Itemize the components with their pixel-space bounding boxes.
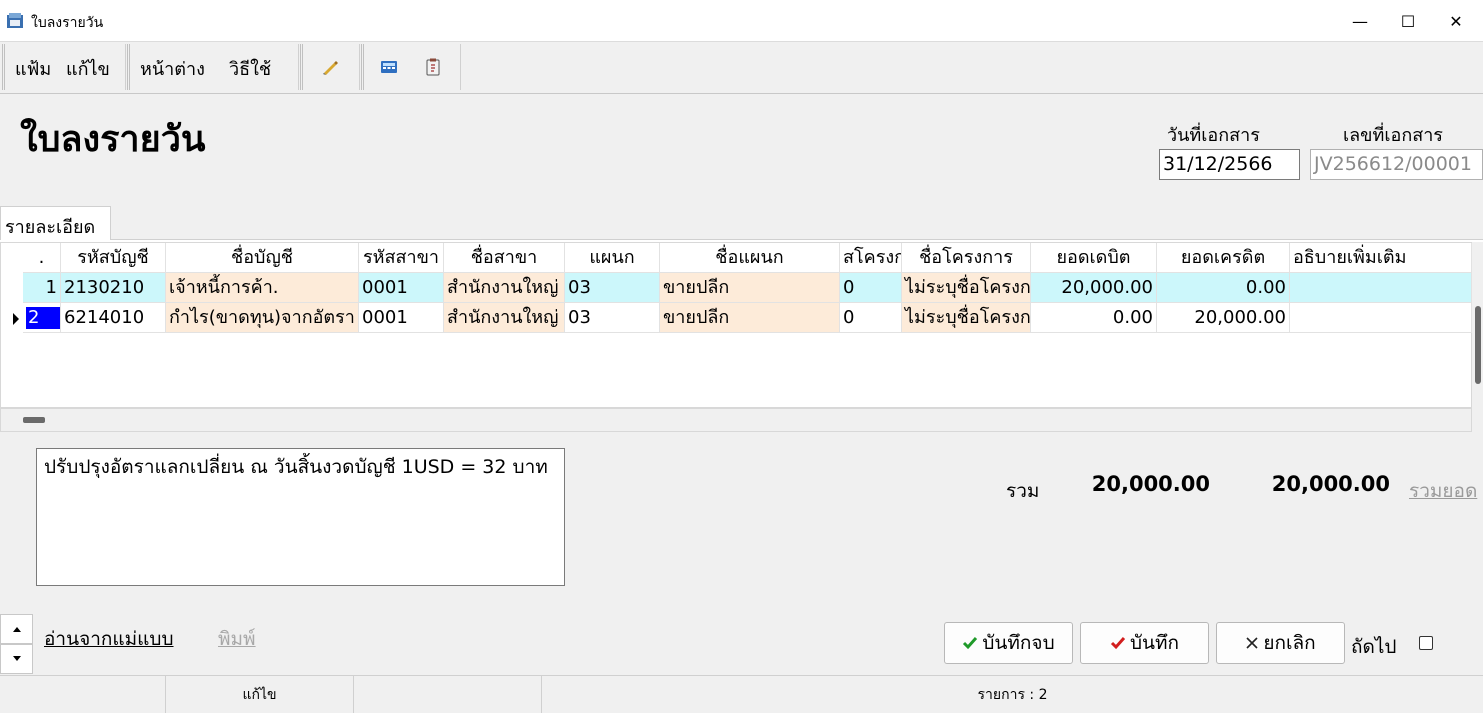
next-checkbox[interactable] xyxy=(1419,636,1433,650)
check-icon xyxy=(963,637,978,650)
cancel-button[interactable]: ยกเลิก xyxy=(1216,622,1345,664)
minimize-button[interactable]: — xyxy=(1338,0,1382,42)
table-cell[interactable]: 0.00 xyxy=(1157,273,1290,303)
total-credit: 20,000.00 xyxy=(1271,472,1390,496)
grid-header-project-code[interactable]: สโครงก xyxy=(840,243,902,273)
table-cell[interactable]: สำนักงานใหญ่ xyxy=(444,303,565,333)
chevron-down-icon xyxy=(12,656,21,661)
next-label: ถัดไป xyxy=(1351,636,1397,658)
doc-no-label: เลขที่เอกสาร xyxy=(1343,125,1443,146)
grid-header-department-name[interactable]: ชื่อแผนก xyxy=(660,243,840,273)
table-cell[interactable]: 2130210 xyxy=(61,273,166,303)
doc-no-field[interactable]: JV256612/00001 xyxy=(1310,149,1483,180)
cancel-label: ยกเลิก xyxy=(1263,632,1316,654)
status-panel-3 xyxy=(354,676,542,713)
menu-help[interactable]: วิธีใช้ xyxy=(229,54,271,83)
close-icon xyxy=(1246,637,1258,649)
table-cell[interactable]: สำนักงานใหญ่ xyxy=(444,273,565,303)
move-up-button[interactable] xyxy=(0,614,33,644)
table-cell[interactable]: กำไร(ขาดทุน)จากอัตรา xyxy=(166,303,359,333)
memo-field[interactable]: ปรับปรุงอัตราแลกเปลี่ยน ณ วันสิ้นงวดบัญช… xyxy=(36,448,565,586)
table-cell[interactable] xyxy=(1290,273,1472,303)
table-cell[interactable]: 20,000.00 xyxy=(1031,273,1157,303)
table-cell[interactable]: 1 xyxy=(23,273,61,303)
table-cell[interactable]: ไม่ระบุชื่อโครงการ xyxy=(902,273,1031,303)
app-icon xyxy=(7,13,23,28)
table-cell[interactable]: เจ้าหนี้การค้า. xyxy=(166,273,359,303)
close-button[interactable]: ✕ xyxy=(1434,0,1478,42)
status-items: รายการ : 2 xyxy=(977,687,1048,703)
doc-date-field[interactable]: 31/12/2566 xyxy=(1159,149,1300,180)
table-cell[interactable]: 0.00 xyxy=(1031,303,1157,333)
calculator-icon[interactable] xyxy=(379,57,399,77)
table-cell-index-selected[interactable]: 2 xyxy=(23,303,61,333)
grid-header-account-code[interactable]: รหัสบัญชี xyxy=(61,243,166,273)
grid-header-account-name[interactable]: ชื่อบัญชี xyxy=(166,243,359,273)
table-cell[interactable]: ขายปลีก xyxy=(660,273,840,303)
sum-total-link[interactable]: รวมยอด xyxy=(1409,476,1477,506)
chevron-up-icon xyxy=(12,627,21,632)
grid-header-project-name[interactable]: ชื่อโครงการ xyxy=(902,243,1031,273)
vertical-scroll-thumb[interactable] xyxy=(1475,306,1481,384)
read-template-link[interactable]: อ่านจากแม่แบบ xyxy=(44,624,174,654)
total-debit: 20,000.00 xyxy=(1091,472,1210,496)
table-cell[interactable]: 0001 xyxy=(359,273,444,303)
save-button[interactable]: บันทึก xyxy=(1080,622,1209,664)
table-cell[interactable]: 03 xyxy=(565,273,660,303)
table-cell[interactable]: 0 xyxy=(840,303,902,333)
grid-header-credit[interactable]: ยอดเครดิต xyxy=(1157,243,1290,273)
print-link[interactable]: พิมพ์ xyxy=(218,624,256,654)
check-icon xyxy=(1110,637,1126,650)
status-mode: แก้ไข xyxy=(166,676,354,713)
table-cell[interactable]: 03 xyxy=(565,303,660,333)
journal-grid: . รหัสบัญชี ชื่อบัญชี รหัสสาขา ชื่อสาขา … xyxy=(0,242,1472,408)
pen-icon[interactable] xyxy=(320,57,340,77)
menu-window[interactable]: หน้าต่าง xyxy=(140,54,205,83)
grid-header-index[interactable]: . xyxy=(23,243,61,273)
window-title: ใบลงรายวัน xyxy=(31,15,104,31)
table-cell[interactable] xyxy=(1290,303,1472,333)
table-cell[interactable]: ไม่ระบุชื่อโครงการ xyxy=(902,303,1031,333)
status-panel-1 xyxy=(0,676,166,713)
table-cell[interactable]: ขายปลีก xyxy=(660,303,840,333)
grid-header-department[interactable]: แผนก xyxy=(565,243,660,273)
table-cell[interactable]: 0001 xyxy=(359,303,444,333)
vertical-scrollbar[interactable] xyxy=(1472,242,1483,432)
menu-bar: แฟ้ม แก้ไข หน้าต่าง วิธีใช้ xyxy=(0,42,1483,94)
save-close-label: บันทึกจบ xyxy=(982,632,1055,654)
grid-header-branch-code[interactable]: รหัสสาขา xyxy=(359,243,444,273)
save-label: บันทึก xyxy=(1129,632,1180,654)
move-down-button[interactable] xyxy=(0,644,33,674)
scroll-thumb[interactable] xyxy=(23,417,45,423)
current-row-arrow-icon xyxy=(13,313,19,325)
doc-date-label: วันที่เอกสาร xyxy=(1167,125,1260,146)
toolbar-group-2 xyxy=(361,44,461,90)
grid-header-branch-name[interactable]: ชื่อสาขา xyxy=(444,243,565,273)
tab-details[interactable]: รายละเอียด xyxy=(0,206,111,240)
title-bar: ใบลงรายวัน — ☐ ✕ xyxy=(0,0,1483,42)
page-title: ใบลงรายวัน xyxy=(20,119,206,160)
table-cell[interactable]: 0 xyxy=(840,273,902,303)
maximize-button[interactable]: ☐ xyxy=(1386,0,1430,42)
table-cell[interactable]: 6214010 xyxy=(61,303,166,333)
clipboard-icon[interactable] xyxy=(423,57,443,77)
selected-index: 2 xyxy=(26,307,60,329)
save-close-button[interactable]: บันทึกจบ xyxy=(944,622,1073,664)
total-label: รวม xyxy=(1006,480,1040,502)
grid-header-description[interactable]: อธิบายเพิ่มเติม xyxy=(1290,243,1472,273)
horizontal-scrollbar[interactable] xyxy=(0,408,1472,432)
menu-edit[interactable]: แก้ไข xyxy=(66,54,110,83)
grid-header-debit[interactable]: ยอดเดบิต xyxy=(1031,243,1157,273)
table-cell[interactable]: 20,000.00 xyxy=(1157,303,1290,333)
status-bar: แก้ไข รายการ : 2 xyxy=(0,675,1483,713)
menu-file[interactable]: แฟ้ม xyxy=(15,54,51,83)
